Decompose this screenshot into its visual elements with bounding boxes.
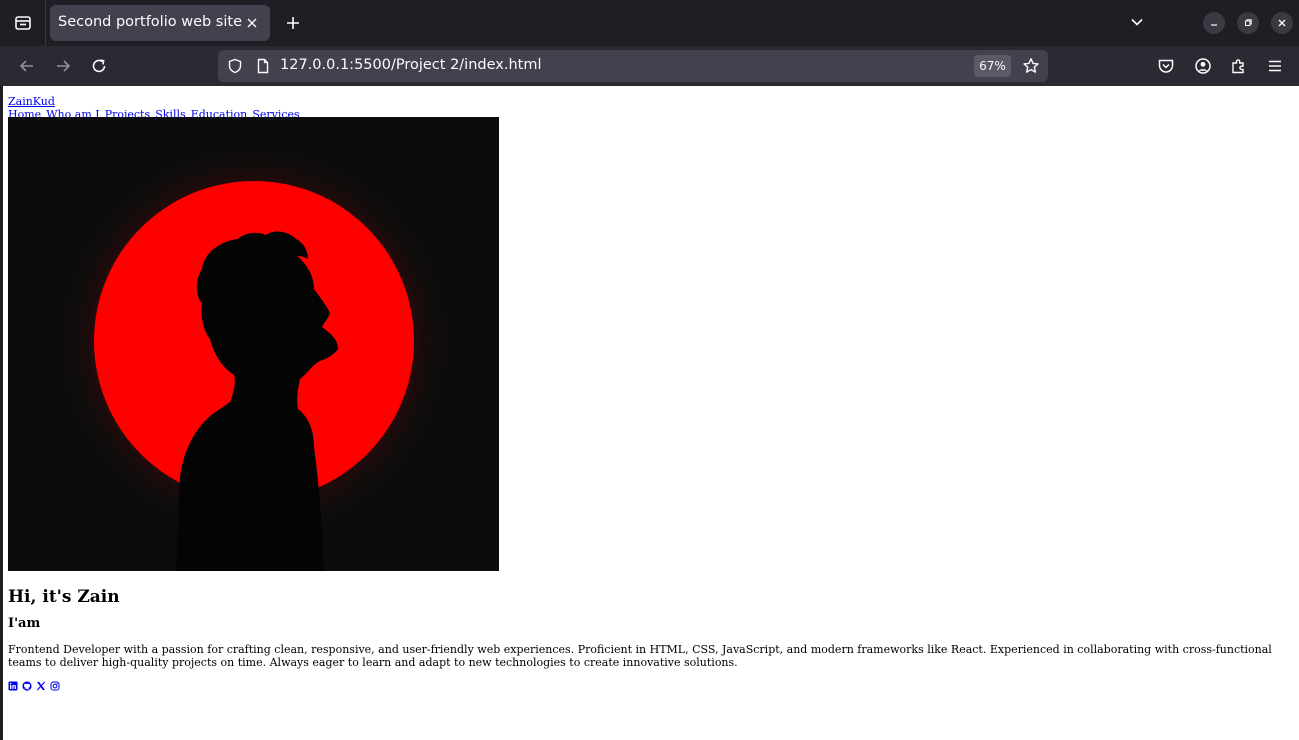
github-icon	[22, 681, 32, 691]
firefox-view-icon	[15, 16, 31, 30]
tracking-protection-button[interactable]	[224, 55, 246, 77]
close-icon	[247, 18, 257, 28]
active-tab[interactable]: Second portfolio web site	[50, 5, 270, 41]
reload-button[interactable]	[85, 52, 113, 80]
address-bar[interactable]: 127.0.0.1:5500/Project 2/index.html 67%	[218, 50, 1048, 82]
instagram-link[interactable]	[50, 681, 60, 691]
linkedin-icon	[8, 681, 18, 691]
x-icon	[36, 681, 46, 691]
puzzle-icon	[1232, 59, 1244, 74]
account-button[interactable]	[1191, 54, 1215, 78]
arrow-left-icon	[19, 60, 33, 72]
linkedin-link[interactable]	[8, 681, 18, 691]
hero-description: Frontend Developer with a passion for cr…	[8, 643, 1272, 669]
plus-icon	[287, 17, 299, 29]
firefox-view-button[interactable]	[8, 8, 38, 38]
github-link[interactable]	[22, 681, 32, 691]
restore-button[interactable]	[1237, 12, 1259, 34]
hamburger-menu-icon	[1269, 60, 1281, 72]
shield-icon	[228, 58, 242, 74]
tab-separator	[45, 0, 46, 46]
list-all-tabs-button[interactable]	[1125, 10, 1149, 34]
hero-portrait-image	[8, 117, 499, 571]
header-logo-row: ZainKud	[8, 90, 1293, 108]
page-content: ZainKud Home Who am I Projects Skills Ed…	[8, 90, 1293, 692]
x-twitter-link[interactable]	[36, 681, 46, 691]
account-icon	[1195, 58, 1211, 74]
zoom-level-button[interactable]: 67%	[974, 55, 1011, 77]
page-viewport: ZainKud Home Who am I Projects Skills Ed…	[0, 86, 1299, 740]
bookmark-button[interactable]	[1020, 55, 1042, 77]
app-menu-button[interactable]	[1263, 54, 1287, 78]
chevron-down-icon	[1131, 18, 1143, 26]
pocket-button[interactable]	[1154, 54, 1178, 78]
back-button[interactable]	[13, 52, 41, 80]
arrow-right-icon	[57, 60, 71, 72]
pocket-icon	[1158, 59, 1174, 73]
instagram-icon	[50, 681, 60, 691]
close-icon	[1278, 19, 1286, 27]
social-links	[8, 680, 1293, 692]
reload-icon	[92, 59, 106, 73]
restore-icon	[1245, 19, 1252, 26]
navigation-toolbar: 127.0.0.1:5500/Project 2/index.html 67%	[0, 46, 1299, 86]
window-edge	[0, 86, 3, 740]
hero-subtitle: I'am	[8, 616, 41, 631]
minimize-button[interactable]	[1203, 12, 1225, 34]
minimize-icon	[1211, 24, 1217, 26]
close-window-button[interactable]	[1271, 12, 1293, 34]
new-tab-button[interactable]	[280, 10, 306, 36]
tab-strip: Second portfolio web site	[0, 0, 1299, 46]
extensions-button[interactable]	[1227, 54, 1251, 78]
tab-title: Second portfolio web site	[58, 14, 242, 30]
url-text[interactable]: 127.0.0.1:5500/Project 2/index.html	[280, 57, 542, 73]
site-info-button[interactable]	[252, 55, 274, 77]
tab-close-button[interactable]	[242, 13, 262, 33]
hero-title: Hi, it's Zain	[8, 587, 120, 607]
main-nav: Home Who am I Projects Skills Education …	[8, 103, 1293, 121]
page-icon	[257, 58, 269, 74]
forward-button[interactable]	[49, 52, 77, 80]
star-icon	[1023, 58, 1039, 73]
